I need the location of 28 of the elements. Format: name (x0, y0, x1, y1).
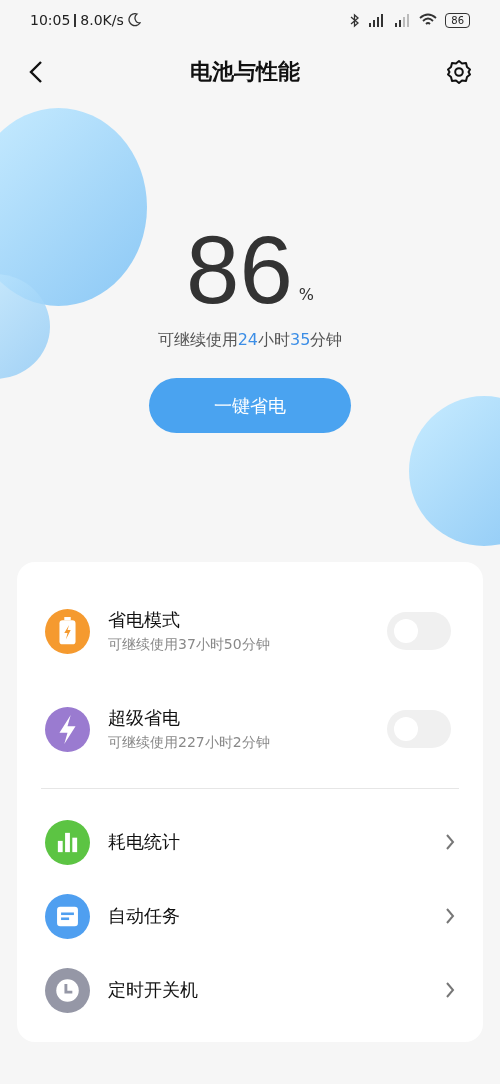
menu-label: 耗电统计 (108, 830, 181, 854)
menu-item[interactable]: 定时开关机 (17, 953, 483, 1027)
remaining-time: 可继续使用24小时35分钟 (157, 330, 343, 351)
menu-label: 定时开关机 (108, 978, 199, 1002)
chevron-icon (445, 981, 455, 999)
settings-button[interactable] (446, 59, 472, 85)
mode-title: 省电模式 (108, 608, 181, 632)
percent-sign: % (298, 285, 314, 304)
battery-percent: 86 (186, 222, 293, 318)
mode-subtitle: 可继续使用227小时2分钟 (108, 734, 271, 752)
signal-icon (393, 13, 412, 27)
clock-time: 10:05 (30, 12, 71, 28)
menu-label: 自动任务 (108, 904, 181, 928)
back-button[interactable] (28, 59, 44, 85)
bluetooth-icon (350, 12, 360, 28)
chevron-icon (445, 833, 455, 851)
mode-title: 超级省电 (108, 706, 181, 730)
mode-subtitle: 可继续使用37小时50分钟 (108, 636, 271, 654)
signal-icon (367, 13, 386, 27)
chevron-icon (445, 907, 455, 925)
menu-item[interactable]: 自动任务 (17, 879, 483, 953)
page-title: 电池与性能 (190, 58, 300, 86)
wifi-icon (419, 13, 438, 27)
network-speed: 8.0K/s (80, 12, 124, 28)
battery-indicator: 86 (445, 12, 470, 28)
divider-bar (74, 13, 77, 27)
moon-icon (127, 13, 141, 27)
menu-item[interactable]: 耗电统计 (17, 805, 483, 879)
